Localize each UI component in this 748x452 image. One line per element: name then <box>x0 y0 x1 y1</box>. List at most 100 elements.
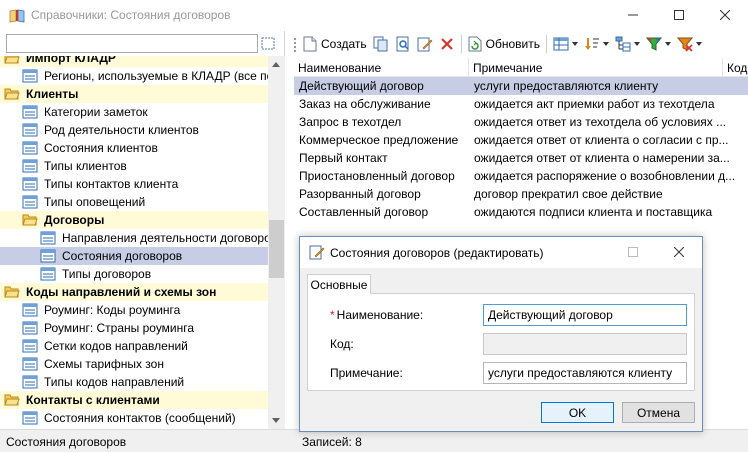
columns-menu-button[interactable] <box>550 33 581 55</box>
edit-dialog: Состояния договоров (редактировать) Осно… <box>299 236 703 432</box>
table-row[interactable]: Первый контакт ожидается ответ от клиента… <box>294 149 748 167</box>
tab-main[interactable]: Основные <box>307 274 371 294</box>
name-input[interactable]: Действующий договор <box>483 304 687 326</box>
list-table-icon <box>22 177 38 191</box>
delete-button[interactable] <box>436 33 458 55</box>
tree-item[interactable]: Роуминг: Страны роуминга <box>0 319 268 337</box>
dialog-form: * Наименование: Действующий договор Код: … <box>307 293 695 391</box>
tree-item[interactable]: Типы клиентов <box>0 157 268 175</box>
table-row[interactable]: Заказ на обслуживание ожидается акт прием… <box>294 95 748 113</box>
table-row[interactable]: Запрос в техотдел ожидается ответ из техо… <box>294 113 748 131</box>
refresh-button[interactable]: Обновить <box>465 33 543 55</box>
column-header-code[interactable]: Код <box>723 58 748 77</box>
tree-node-label: Категории заметок <box>44 105 148 119</box>
tree-item[interactable]: Сетки кодов направлений <box>0 337 268 355</box>
tree-item[interactable]: Типы оповещений <box>0 193 268 211</box>
note-field-row: Примечание: услуги предоставляются клиен… <box>308 362 694 384</box>
tree-item[interactable]: Схемы тарифных зон <box>0 355 268 373</box>
cancel-button[interactable]: Отмена <box>622 402 695 423</box>
dialog-maximize-button[interactable] <box>610 237 656 267</box>
toolbar: Создать Обновить <box>292 31 748 57</box>
tree-item[interactable]: Регионы, используемые в КЛАДР (все по <box>0 67 268 85</box>
tree-item[interactable]: Направления деятельности договоров <box>0 229 268 247</box>
copy-button[interactable] <box>370 33 392 55</box>
edit-button[interactable] <box>414 33 436 55</box>
tree-search-input[interactable] <box>6 34 258 53</box>
cell-note: договор прекратил свое действие <box>474 187 663 201</box>
tree-node-label: Состояния контактов (сообщений) <box>44 411 236 425</box>
grouping-menu-button[interactable] <box>612 33 643 55</box>
view-document-icon <box>396 36 409 52</box>
list-table-icon <box>22 123 38 137</box>
tree-group[interactable]: Клиенты <box>0 85 268 103</box>
dialog-close-button[interactable] <box>656 237 702 267</box>
cell-name: Приостановленный договор <box>299 169 455 183</box>
tree-group[interactable]: Контакты с клиентами <box>0 391 268 409</box>
cell-note: ожидаются подписи клиента и поставщика <box>474 205 713 219</box>
tree-node-label: Схемы тарифных зон <box>44 357 164 371</box>
table-row[interactable]: Действующий договор услуги предоставляютс… <box>294 77 748 95</box>
tree-item[interactable]: Типы контактов клиента <box>0 175 268 193</box>
clear-filter-menu-button[interactable] <box>674 33 705 55</box>
ok-button[interactable]: OK <box>541 402 614 423</box>
folder-open-icon <box>4 394 20 406</box>
table-row[interactable]: Коммерческое предложение ожидается ответ … <box>294 131 748 149</box>
tree-node-label: Типы оповещений <box>44 195 146 209</box>
cell-note: услуги предоставляются клиенту <box>474 79 659 93</box>
table-row[interactable]: Составленный договор ожидаются подписи кл… <box>294 203 748 221</box>
filter-clear-icon <box>676 37 693 52</box>
list-table-icon <box>40 231 56 245</box>
refresh-label: Обновить <box>485 37 540 51</box>
tree-group[interactable]: Договоры <box>0 211 268 229</box>
tree-item[interactable]: Состояния договоров <box>0 247 268 265</box>
code-label: Код: <box>330 337 354 351</box>
sort-menu-button[interactable] <box>581 33 612 55</box>
sort-icon <box>584 38 599 50</box>
list-table-icon <box>40 267 56 281</box>
search-options-icon[interactable] <box>260 34 276 53</box>
scroll-up-icon[interactable] <box>272 62 280 67</box>
name-label-text: Наименование: <box>336 308 424 322</box>
note-input[interactable]: услуги предоставляются клиенту <box>483 362 687 384</box>
delete-x-icon <box>440 38 453 50</box>
tree-node-label: Состояния клиентов <box>44 141 158 155</box>
list-table-icon <box>40 249 56 263</box>
table-row[interactable]: Приостановленный договор ожидается распор… <box>294 167 748 185</box>
table-row[interactable]: Разорванный договор договор прекратил сво… <box>294 185 748 203</box>
tree-item[interactable]: Состояния клиентов <box>0 139 268 157</box>
code-input <box>483 333 687 355</box>
tree-group[interactable]: Коды направлений и схемы зон <box>0 283 268 301</box>
column-header-name[interactable]: Наименование <box>294 58 469 77</box>
minimize-button[interactable] <box>610 0 656 30</box>
scroll-down-icon[interactable] <box>272 418 280 423</box>
tree-item[interactable]: Категории заметок <box>0 103 268 121</box>
tree-item[interactable]: Типы кодов направлений <box>0 373 268 391</box>
tree-item[interactable]: Род деятельности клиентов <box>0 121 268 139</box>
tree-node-label: Коды направлений и схемы зон <box>26 285 217 299</box>
tree-item[interactable]: Типы договоров <box>0 265 268 283</box>
cell-note: ожидается акт приемки работ из техотдела <box>474 97 715 111</box>
tree-scrollbar[interactable] <box>268 56 285 429</box>
column-header-note[interactable]: Примечание <box>469 58 723 77</box>
close-button[interactable] <box>702 0 748 30</box>
scroll-thumb[interactable] <box>269 220 284 278</box>
cell-name: Составленный договор <box>299 205 429 219</box>
cell-name: Заказ на обслуживание <box>299 97 431 111</box>
tree-item[interactable]: Роуминг: Коды роуминга <box>0 301 268 319</box>
tree-node-label: Регионы, используемые в КЛАДР (все по <box>44 69 268 83</box>
view-button[interactable] <box>392 33 414 55</box>
tree-group[interactable]: Импорт КЛАДР <box>0 56 268 67</box>
tree-item[interactable]: Состояния контактов (сообщений) <box>0 409 268 427</box>
dialog-title: Состояния договоров (редактировать) <box>330 246 544 260</box>
minimize-icon <box>628 14 638 16</box>
edit-pencil-icon <box>417 37 433 52</box>
required-mark: * <box>330 308 335 322</box>
copy-icon <box>373 36 388 52</box>
maximize-button[interactable] <box>656 0 702 30</box>
list-table-icon <box>22 141 38 155</box>
filter-menu-button[interactable] <box>643 33 674 55</box>
create-button[interactable]: Создать <box>300 33 370 55</box>
chevron-down-icon <box>633 42 640 46</box>
note-label: Примечание: <box>330 366 403 380</box>
maximize-icon <box>628 247 638 257</box>
